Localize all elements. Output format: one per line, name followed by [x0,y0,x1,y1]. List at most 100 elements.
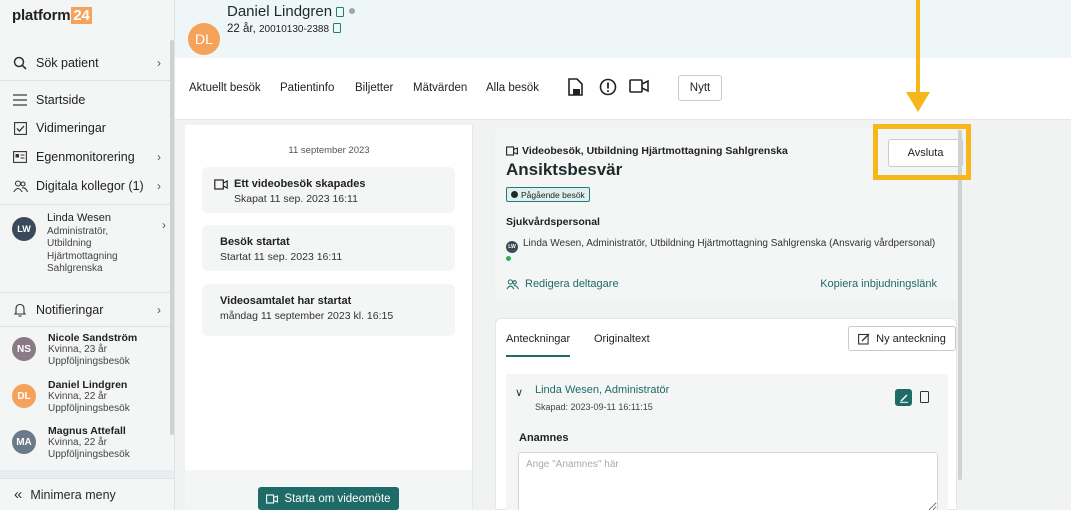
timeline-event: Besök startat Startat 11 sep. 2023 16:11 [202,225,455,271]
visit-type: Uppföljningsbesök [48,356,130,367]
visit-type-row: Videobesök, Utbildning Hjärtmottagning S… [506,145,788,157]
patient-age: 22 år, [227,23,256,35]
sidebar-item-vidimeringar[interactable]: Vidimeringar [12,120,167,136]
users-icon [506,278,519,290]
patient-info: Kvinna, 23 år [48,344,107,355]
chevron-down-icon[interactable]: ∨ [515,386,523,399]
restart-video-button[interactable]: Starta om videomöte [258,487,399,510]
chevron-right-icon: › [162,218,166,232]
video-icon [506,146,518,156]
event-title: Ett videobesök skapades [234,178,366,190]
staff-header: Sjukvårdspersonal [506,216,600,228]
list-icon [12,92,28,108]
content-scrollbar[interactable] [958,130,962,480]
arrow-shaft [916,0,920,94]
document-icon[interactable] [568,78,583,101]
visit-type: Videobesök, Utbildning Hjärtmottagning S… [522,145,788,157]
current-user[interactable]: LW Linda Wesen Administratör, Utbildning… [12,212,172,276]
divider [0,204,174,205]
timeline-event: Videosamtalet har startat måndag 11 sept… [202,284,455,336]
staff-member: LW Linda Wesen, Administratör, Utbildnin… [506,238,935,253]
button-label: Starta om videomöte [284,492,391,505]
tab-anteckningar[interactable]: Anteckningar [506,333,571,357]
timeline-date: 11 september 2023 [288,145,370,156]
patient-name: Magnus Attefall [48,425,126,437]
sidebar-item-label: Startside [36,93,86,107]
user-role: Utbildning [47,238,92,249]
sidebar-scrollbar[interactable] [170,40,174,435]
status-dot-icon [349,8,356,14]
list-item-patient[interactable]: DL Daniel Lindgren Kvinna, 22 år Uppfölj… [12,379,167,415]
copy-icon[interactable] [333,23,342,33]
note-created: Skapad: 2023-09-11 16:11:15 [535,402,653,412]
sidebar-item-digitala-kollegor[interactable]: Digitala kollegor (1) › [12,178,167,194]
tab-originaltext[interactable]: Originaltext [594,333,650,345]
highlight-box [873,124,971,180]
sidebar: platform 24 Sök patient › Startside Vidim… [0,0,175,510]
edit-note-button[interactable] [895,389,912,406]
checkbox-icon [12,120,28,136]
status-badge: Pågående besök [506,187,590,202]
avatar: DL [12,384,36,408]
tab-alla-besok[interactable]: Alla besök [486,82,539,94]
double-chevron-left-icon: « [14,486,23,503]
event-time: Startat 11 sep. 2023 16:11 [220,251,343,263]
copy-icon[interactable] [336,7,345,17]
sidebar-item-egenmonitorering[interactable]: Egenmonitorering › [12,149,167,165]
tab-biljetter[interactable]: Biljetter [355,82,393,94]
user-role: Hjärtmottagning [47,250,118,262]
patient-sub: 22 år, 20010130-2388 [227,23,342,35]
button-label: Ny anteckning [876,332,946,345]
copy-icon[interactable] [920,391,929,403]
notes-panel: Anteckningar Originaltext Ny anteckning … [495,318,957,510]
sidebar-item-label: Digitala kollegor (1) [36,179,144,193]
minimize-menu-button[interactable]: « Minimera meny [0,478,174,510]
divider [0,326,174,327]
patient-info: Kvinna, 22 år [48,437,107,448]
patient-name: Daniel Lindgren [227,3,333,20]
chevron-right-icon: › [157,150,161,164]
anamnes-header: Anamnes [519,432,569,444]
id-card-icon [12,149,28,165]
visit-type: Uppföljningsbesök [48,449,130,460]
anamnes-input[interactable] [518,452,938,510]
visit-type: Uppföljningsbesök [48,403,130,414]
list-item-patient-partial[interactable] [0,470,174,478]
sidebar-item-start[interactable]: Startside [12,92,167,108]
bell-icon [12,302,28,318]
pencil-icon [899,393,908,403]
users-icon [12,178,28,194]
video-icon [266,493,279,504]
event-time: Skapat 11 sep. 2023 16:11 [234,193,358,205]
avatar: LW [12,217,36,241]
user-role: Administratör, [47,225,109,237]
new-note-button[interactable]: Ny anteckning [848,326,956,351]
tab-patientinfo[interactable]: Patientinfo [280,82,334,94]
tab-matvarden[interactable]: Mätvärden [413,82,467,94]
avatar: MA [12,430,36,454]
status-dot-icon [511,191,518,198]
patient-name-row: Daniel Lindgren [227,3,356,20]
edit-participants-link[interactable]: Redigera deltagare [506,278,619,290]
sidebar-item-search[interactable]: Sök patient › [12,55,167,71]
list-item-patient[interactable]: NS Nicole Sandström Kvinna, 23 år Uppföl… [12,332,167,368]
personal-number: 20010130-2388 [258,24,330,35]
new-button[interactable]: Nytt [678,75,722,101]
tab-aktuellt-besok[interactable]: Aktuellt besök [189,82,261,94]
sidebar-item-notifieringar[interactable]: Notifieringar › [12,302,167,318]
chevron-right-icon: › [157,179,161,193]
link-label: Redigera deltagare [525,278,619,290]
logo-text: platform [12,7,71,24]
video-icon[interactable] [629,78,649,99]
timeline-event: Ett videobesök skapades Skapat 11 sep. 2… [202,167,455,213]
avatar: DL [188,23,220,55]
alert-icon[interactable] [599,78,617,101]
event-title: Videosamtalet har startat [220,295,352,307]
timeline-panel: 11 september 2023 Ett videobesök skapade… [185,125,473,470]
sidebar-item-label: Sök patient [36,56,99,70]
sidebar-item-label: Notifieringar [36,303,104,317]
avatar: LW [506,241,518,253]
logo[interactable]: platform 24 [12,7,92,24]
copy-invite-link[interactable]: Kopiera inbjudningslänk [820,278,937,290]
list-item-patient[interactable]: MA Magnus Attefall Kvinna, 22 år Uppfölj… [12,425,167,461]
